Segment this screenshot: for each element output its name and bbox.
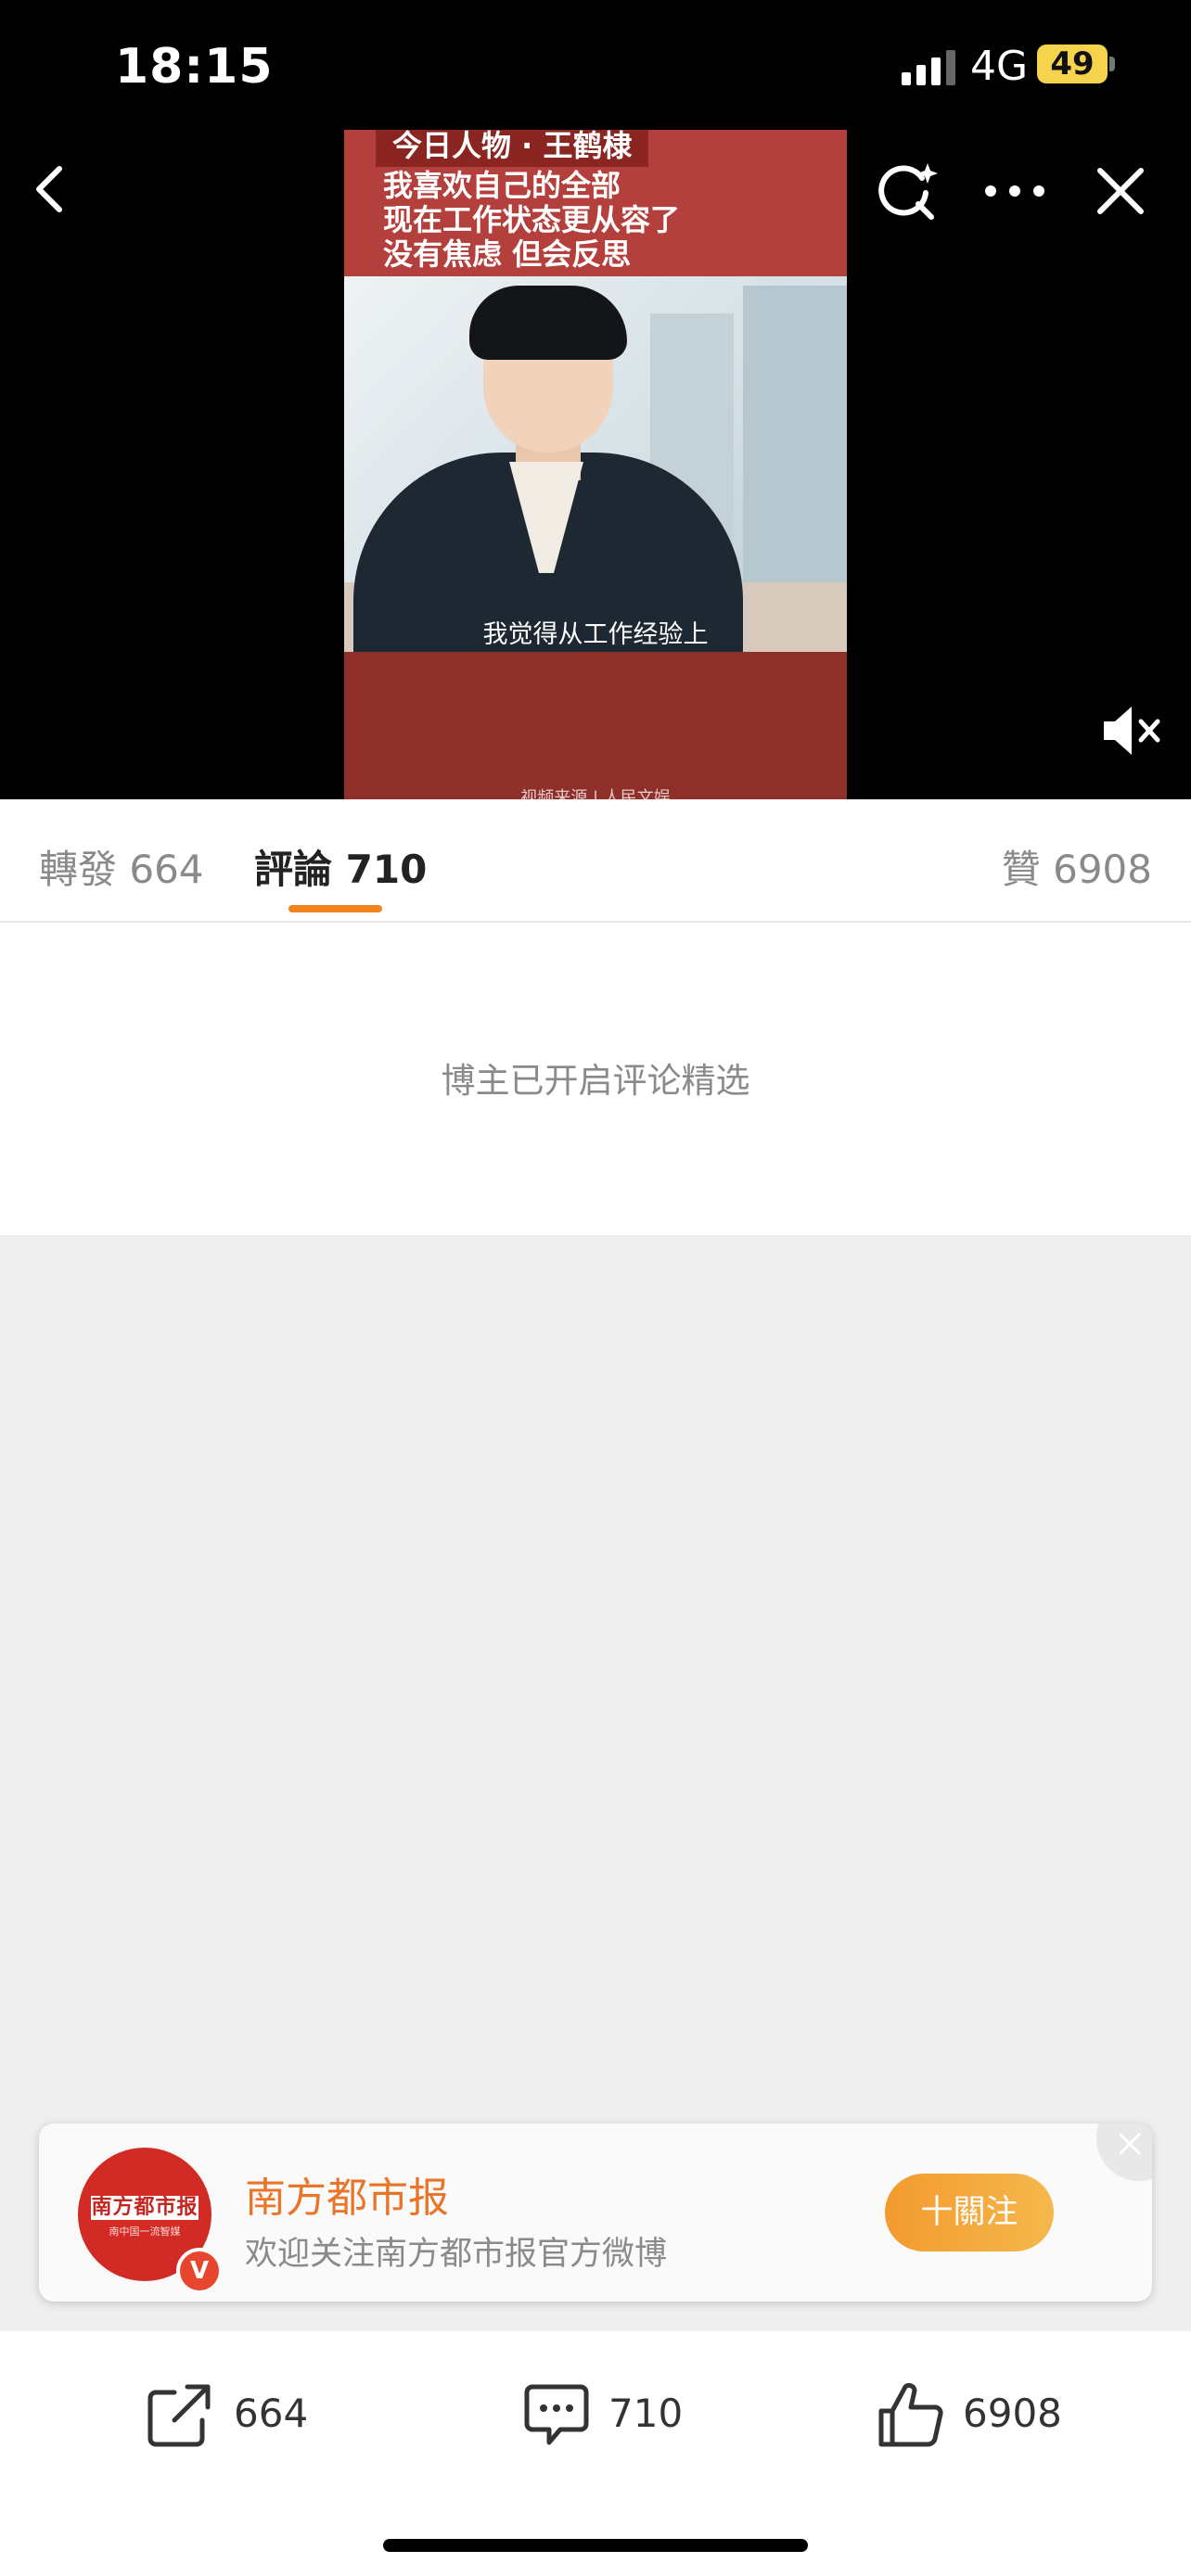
close-icon[interactable]: [1095, 165, 1146, 217]
active-tab-indicator: [288, 905, 382, 912]
headline-line-2: 现在工作状态更从容了: [383, 202, 681, 237]
back-icon[interactable]: [26, 163, 78, 215]
battery-icon: 49: [1037, 45, 1115, 83]
avatar-logo-text: 南方都市报: [91, 2196, 198, 2220]
battery-level: 49: [1037, 45, 1108, 83]
avatar-motto-text: 南中国一流智媒: [109, 2225, 181, 2238]
comment-icon: [524, 2384, 589, 2445]
network-type: 4G: [970, 43, 1029, 90]
repost-button[interactable]: 664: [143, 2378, 308, 2452]
like-count: 6908: [963, 2391, 1062, 2436]
account-description: 欢迎关注南方都市报官方微博: [245, 2236, 668, 2273]
follow-button[interactable]: 十關注: [885, 2174, 1054, 2251]
signal-icon: [902, 50, 955, 85]
headline-line-3: 没有焦虑 但会反思: [383, 236, 632, 272]
close-icon: [1119, 2133, 1141, 2155]
verified-badge-icon: V: [176, 2248, 223, 2294]
comment-button[interactable]: 710: [519, 2378, 683, 2452]
comments-panel: 博主已开启评论精选: [0, 923, 1191, 1235]
more-icon[interactable]: [981, 172, 1048, 210]
thumbs-up-icon: [878, 2382, 943, 2447]
video-frame[interactable]: 今日人物 · 王鹤棣 我喜欢自己的全部 现在工作状态更从容了 没有焦虑 但会反思…: [344, 130, 847, 799]
comment-selection-notice: 博主已开启评论精选: [441, 1061, 750, 1101]
account-name[interactable]: 南方都市报: [245, 2164, 449, 2224]
bottom-action-bar: 664 710 6908: [0, 2331, 1191, 2576]
repost-count: 664: [234, 2391, 309, 2436]
tab-repost[interactable]: 轉發 664: [39, 838, 204, 895]
ai-search-icon[interactable]: [876, 159, 939, 223]
follow-suggestion-card[interactable]: 南方都市报 南中国一流智媒 V 南方都市报 欢迎关注南方都市报官方微博 十關注: [39, 2123, 1152, 2302]
video-subtitle: 我觉得从工作经验上: [482, 620, 709, 649]
tab-bar: 轉發 664 評論 710 贊 6908: [0, 799, 1191, 923]
status-time: 18:15: [115, 39, 274, 95]
tab-comment[interactable]: 評論 710: [254, 838, 427, 895]
video-headline: 我喜欢自己的全部 现在工作状态更从容了 没有焦虑 但会反思: [383, 169, 680, 272]
video-source: 视频来源 | 人民文娱: [520, 788, 671, 799]
tab-like[interactable]: 贊 6908: [1002, 838, 1152, 895]
comment-count: 710: [608, 2391, 684, 2436]
video-tag: 今日人物 · 王鹤棣: [376, 130, 649, 167]
home-indicator[interactable]: [383, 2539, 808, 2552]
headline-line-1: 我喜欢自己的全部: [383, 168, 621, 203]
video-player[interactable]: 今日人物 · 王鹤棣 我喜欢自己的全部 现在工作状态更从容了 没有焦虑 但会反思…: [0, 130, 1191, 799]
video-still-image: [344, 276, 847, 652]
status-bar: 18:15 4G 49: [0, 0, 1191, 130]
like-button[interactable]: 6908: [874, 2378, 1062, 2452]
mute-icon[interactable]: [1100, 703, 1161, 759]
card-close-button[interactable]: [1096, 2123, 1152, 2181]
repost-icon: [147, 2384, 211, 2447]
